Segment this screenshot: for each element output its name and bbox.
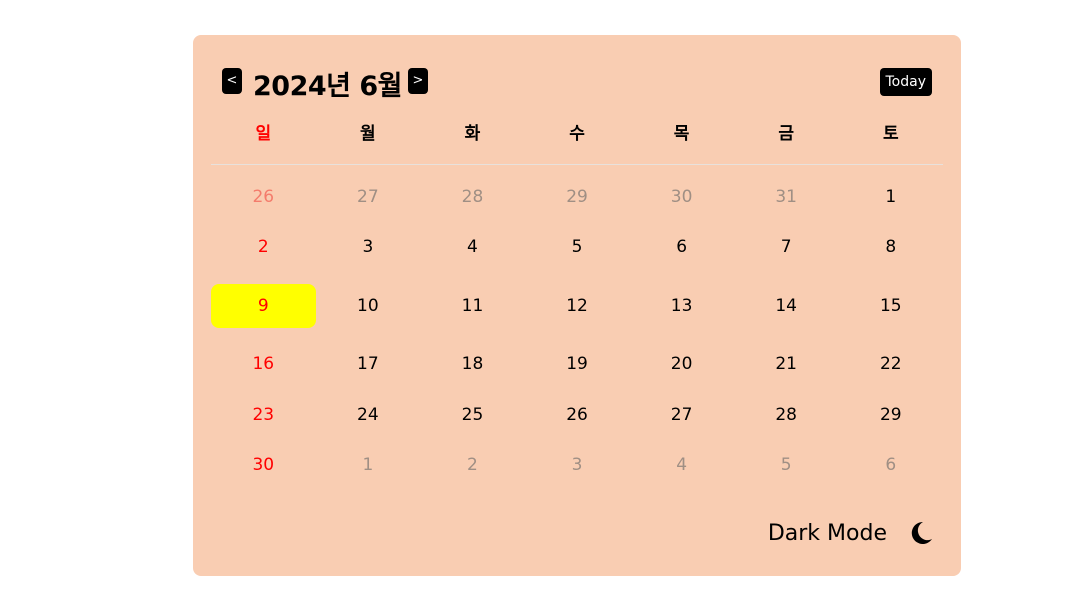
day-cell-other-month[interactable]: 29 [525,175,630,219]
day-cell[interactable]: 11 [420,284,525,328]
day-cell[interactable]: 7 [734,225,839,269]
day-cell-other-month[interactable]: 1 [316,443,421,487]
day-cell[interactable]: 13 [629,284,734,328]
day-cell[interactable]: 6 [629,225,734,269]
day-cell[interactable]: 22 [838,342,943,386]
day-cell-other-month[interactable]: 3 [525,443,630,487]
weekday-saturday: 토 [882,124,899,144]
week-row: 16 17 18 19 20 21 22 [211,342,943,386]
week-row: 30 1 2 3 4 5 6 [211,443,943,487]
weekday-friday: 금 [778,124,794,144]
day-cell[interactable]: 5 [525,225,630,269]
footer: Dark Mode [768,513,935,553]
month-title: 2024년 6월 [253,71,403,102]
calendar: < 2024년 6월 > Today 일 월 화 수 목 금 토 26 27 28 2… [193,35,961,576]
day-cell-other-month[interactable]: 4 [629,443,734,487]
week-row: 23 24 25 26 27 28 29 [211,393,943,437]
week-row: 26 27 28 29 30 31 1 [211,175,943,219]
day-cell[interactable]: 3 [316,225,421,269]
weekday-wednesday: 수 [569,124,585,144]
next-month-button[interactable]: > [408,68,428,94]
day-cell[interactable]: 26 [525,393,630,437]
day-cell[interactable]: 4 [420,225,525,269]
day-cell[interactable]: 25 [420,393,525,437]
header-divider [211,164,943,165]
weekday-sunday: 일 [255,124,272,144]
day-cell[interactable]: 20 [629,342,734,386]
day-cell[interactable]: 15 [838,284,943,328]
day-cell[interactable]: 19 [525,342,630,386]
day-cell[interactable]: 27 [629,393,734,437]
day-cell[interactable]: 14 [734,284,839,328]
day-cell-other-month[interactable]: 5 [734,443,839,487]
today-button[interactable]: Today [879,68,932,96]
day-cell[interactable]: 23 [211,393,316,437]
week-row: 9 10 11 12 13 14 15 [211,284,943,328]
day-cell-other-month[interactable]: 27 [316,175,421,219]
week-row: 2345678 [211,225,943,269]
day-cell[interactable]: 24 [316,393,421,437]
day-cell[interactable]: 18 [420,342,525,386]
day-cell[interactable]: 17 [316,342,421,386]
day-cell-other-month[interactable]: 6 [838,443,943,487]
weekday-monday: 월 [360,124,376,144]
day-cell-other-month[interactable]: 30 [629,175,734,219]
day-cell[interactable]: 1 [838,175,943,219]
day-cell[interactable]: 30 [211,443,316,487]
day-cell[interactable]: 9 [211,284,316,328]
moon-icon[interactable] [907,519,935,547]
weekday-thursday: 목 [673,124,690,144]
day-cell[interactable]: 8 [838,225,943,269]
day-cell-other-month[interactable]: 28 [420,175,525,219]
day-cell[interactable]: 29 [838,393,943,437]
dark-mode-label: Dark Mode [767,520,887,546]
weekday-tuesday: 화 [464,124,481,144]
day-cell[interactable]: 21 [734,342,839,386]
day-cell[interactable]: 2 [211,225,316,269]
day-cell-other-month[interactable]: 26 [211,175,316,219]
day-cell-other-month[interactable]: 2 [420,443,525,487]
day-cell[interactable]: 16 [211,342,316,386]
weekday-header: 일 월 화 수 목 금 토 [211,119,943,145]
day-cell[interactable]: 28 [734,393,839,437]
day-cell[interactable]: 12 [525,284,630,328]
day-cell-other-month[interactable]: 31 [734,175,839,219]
day-cell[interactable]: 10 [316,284,421,328]
calendar-header: < 2024년 6월 > Today [222,67,932,102]
prev-month-button[interactable]: < [222,68,242,94]
